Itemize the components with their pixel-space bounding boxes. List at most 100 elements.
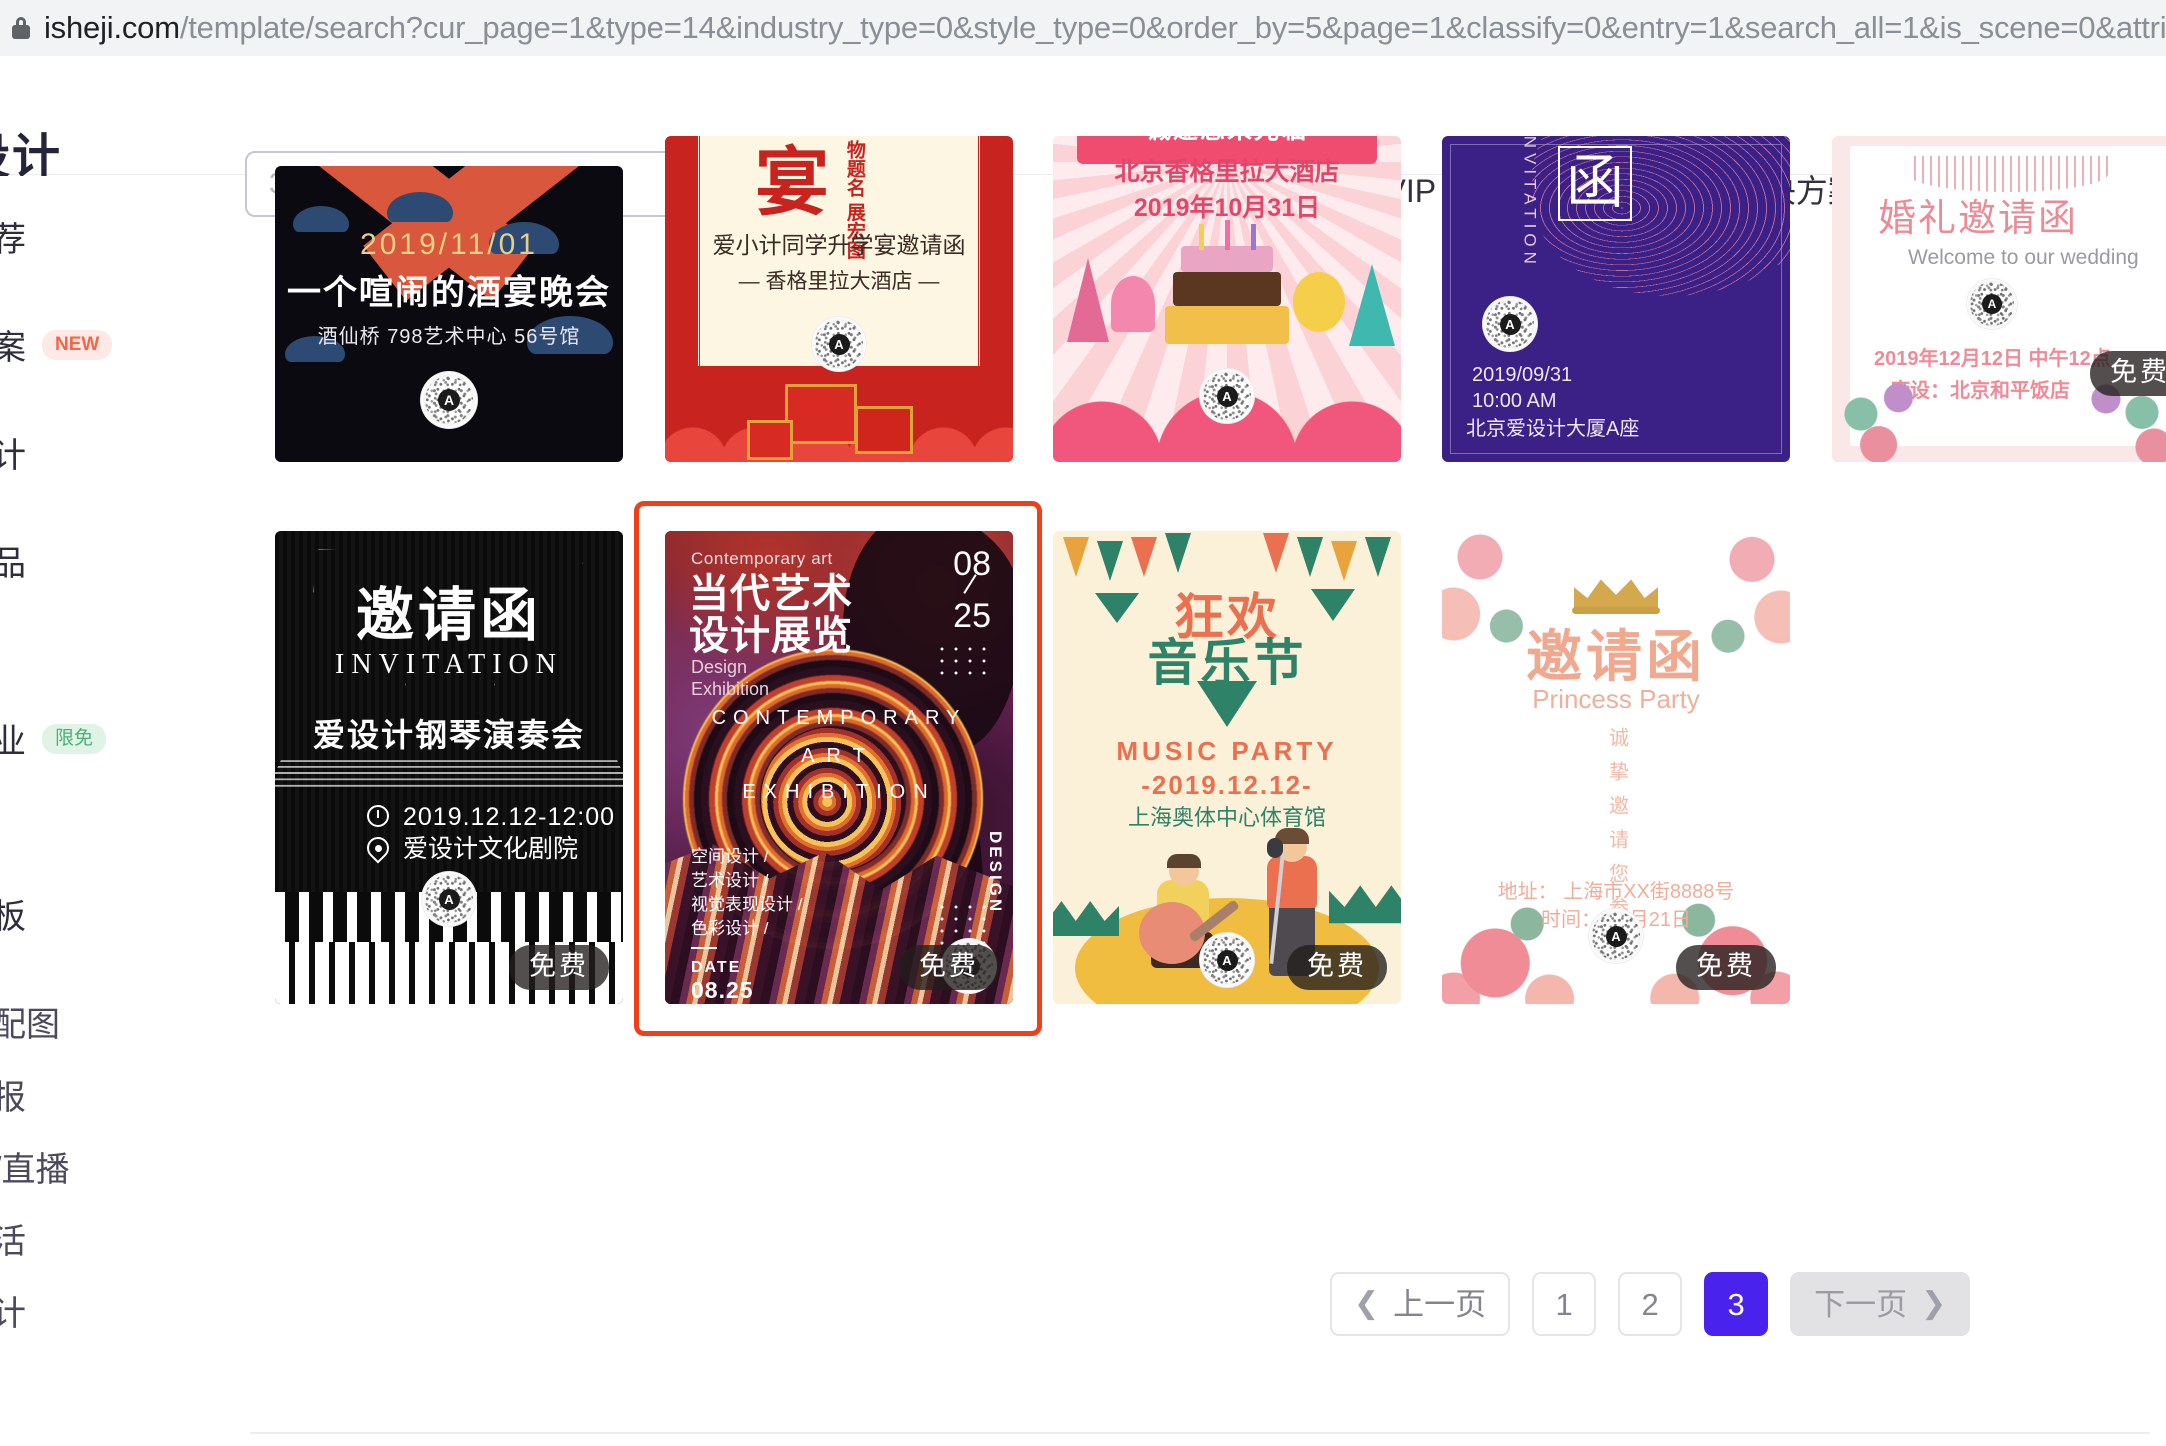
pagination-page-2[interactable]: 2	[1618, 1272, 1683, 1336]
card-artwork: 宴 物题名 展宏图 爱小计同学升学宴邀请函 — 香格里拉大酒店 — A	[665, 136, 1013, 462]
card-day-num: 25	[953, 597, 991, 635]
template-card-wedding-invitation[interactable]: 婚礼邀请函 Welcome to our wedding A 2019年12月1…	[1832, 136, 2166, 462]
watermark-seal: A	[421, 871, 477, 927]
pagination-prev-label: 上一页	[1393, 1286, 1487, 1322]
pagination-page-3[interactable]: 3	[1704, 1272, 1769, 1336]
card-tag-2: 视觉表现设计 /	[691, 895, 803, 914]
watermark-seal: A	[811, 316, 867, 372]
card-title: 邀请函	[355, 583, 543, 648]
card-eyebrow: Contemporary art	[691, 549, 833, 568]
card-headline: 爱设计钢琴演奏会	[312, 717, 586, 753]
seal-glyph: A	[828, 333, 850, 355]
card-date: 2019年12月12日 中午12点	[1874, 348, 2111, 370]
card-artwork: 诚邀您来光临 北京香格里拉大酒店 2019年10月31日 A	[1053, 136, 1401, 462]
card-venue: 爱设计文化剧院	[403, 835, 579, 863]
template-card-contemporary-art[interactable]: Contemporary art 当代艺术 设计展览 Design Exhibi…	[665, 531, 1013, 1004]
card-big-en-line2: ART	[801, 745, 877, 767]
seal-glyph: A	[1499, 313, 1521, 335]
card-artwork: 邀请函 INVITATION 爱设计钢琴演奏会 2019.12.12-12:00…	[275, 531, 623, 1004]
card-venue: 酒仙桥 798艺术中心 56号馆	[317, 326, 581, 348]
card-title: 爱小计同学升学宴邀请函	[712, 232, 966, 258]
pagination-next-label: 下一页	[1814, 1286, 1908, 1322]
template-card-graduation-banquet[interactable]: 宴 物题名 展宏图 爱小计同学升学宴邀请函 — 香格里拉大酒店 — A	[665, 136, 1013, 462]
card-title-line2: 音乐节	[1147, 635, 1307, 691]
pagination-prev-button[interactable]: ❮ 上一页	[1330, 1272, 1511, 1336]
card-big-char: 函	[1558, 146, 1633, 221]
browser-url-bar[interactable]: isheji.com/template/search?cur_page=1&ty…	[0, 0, 2166, 56]
card-venue: 北京香格里拉大酒店	[1114, 158, 1340, 186]
card-venue: 上海奥体中心体育馆	[1127, 805, 1327, 830]
card-subtitle: Princess Party	[1532, 684, 1700, 714]
card-date: 2019/09/31	[1472, 364, 1573, 386]
pagination-next-button[interactable]: 下一页 ❯	[1790, 1272, 1971, 1336]
template-card-halloween-banquet[interactable]: 2019/11/01 一个喧闹的酒宴晚会 酒仙桥 798艺术中心 56号馆 A	[275, 166, 623, 462]
template-card-piano-invitation[interactable]: 邀请函 INVITATION 爱设计钢琴演奏会 2019.12.12-12:00…	[275, 531, 623, 1004]
card-big-char: 宴	[755, 141, 829, 224]
url-text[interactable]: isheji.com/template/search?cur_page=1&ty…	[44, 10, 2166, 46]
free-badge: 免费	[899, 945, 999, 990]
pagination: ❮ 上一页 1 2 3 下一页 ❯	[1330, 1272, 1971, 1336]
chevron-left-icon: ❮	[1354, 1287, 1380, 1320]
card-tag-3: 色彩设计 /	[691, 919, 769, 938]
card-tag-1: 艺术设计 /	[691, 871, 769, 890]
card-date: 2019年10月31日	[1133, 194, 1321, 222]
seal-glyph: A	[1605, 925, 1627, 947]
card-subtitle: INVITATION	[335, 649, 563, 680]
watermark-seal: A	[1966, 278, 2018, 330]
free-badge: 免费	[1287, 945, 1387, 990]
seal-glyph: A	[1982, 294, 2002, 314]
card-title-line1: 当代艺术	[689, 572, 853, 616]
sidebar-item-label: 设计	[0, 1295, 26, 1333]
card-time: 2019.12.12-12:00	[403, 803, 616, 831]
card-address: 地址： 上海市XX街8888号	[1497, 881, 1735, 903]
free-badge: 免费	[1676, 945, 1776, 990]
card-artwork: Contemporary art 当代艺术 设计展览 Design Exhibi…	[665, 531, 1013, 1004]
url-path: /template/search?cur_page=1&type=14&indu…	[179, 10, 2166, 45]
card-artwork: 狂欢 音乐节 MUSIC PARTY -2019.12.12- 上海奥体中心体育…	[1053, 531, 1401, 1004]
card-sub-en-line2: Exhibition	[691, 679, 770, 699]
card-title: 一个喧闹的酒宴晚会	[287, 274, 611, 312]
card-big-en-line3: EXHIBITION	[742, 781, 936, 803]
template-card-birthday-party[interactable]: 诚邀您来光临 北京香格里拉大酒店 2019年10月31日 A	[1053, 136, 1401, 462]
lock-icon	[10, 15, 32, 41]
card-title: 婚礼邀请函	[1878, 198, 2079, 240]
footer-divider	[250, 1432, 2150, 1434]
card-date: -2019.12.12-	[1141, 770, 1313, 800]
card-subtitle: MUSIC PARTY	[1116, 736, 1338, 766]
card-vertical-en: INVITATION	[1520, 136, 1540, 269]
card-ribbon: 诚邀您来光临	[1146, 136, 1308, 145]
template-gallery: 2019/11/01 一个喧闹的酒宴晚会 酒仙桥 798艺术中心 56号馆 A …	[0, 136, 2166, 1276]
card-sub-en-line1: Design	[691, 657, 748, 677]
card-venue: 北京爱设计大厦A座	[1466, 418, 1640, 440]
card-big-en-line1: CONTEMPORARY	[711, 707, 967, 729]
template-card-music-festival[interactable]: 狂欢 音乐节 MUSIC PARTY -2019.12.12- 上海奥体中心体育…	[1053, 531, 1401, 1004]
card-artwork: 2019/11/01 一个喧闹的酒宴晚会 酒仙桥 798艺术中心 56号馆 A	[275, 166, 623, 462]
site-logo[interactable]: 设计	[0, 134, 62, 182]
free-badge: 免费	[2090, 351, 2166, 396]
template-card-princess-party[interactable]: 邀请函 Princess Party 诚挚邀请您参加 地址： 上海市XX街888…	[1442, 531, 1790, 1004]
sidebar-item-design-2[interactable]: 设计	[0, 1286, 26, 1335]
card-title-line2: 设计展览	[689, 614, 853, 658]
seal-glyph: A	[1216, 949, 1238, 971]
card-title: 邀请函	[1526, 625, 1706, 688]
watermark-seal: A	[1588, 908, 1644, 964]
card-artwork: 函 INVITATION A 2019/09/31 10:00 AM 北京爱设计…	[1442, 136, 1790, 462]
card-artwork: 婚礼邀请函 Welcome to our wedding A 2019年12月1…	[1832, 136, 2166, 462]
card-time: 10:00 AM	[1472, 390, 1557, 412]
chevron-right-icon: ❯	[1921, 1287, 1947, 1320]
card-date: 2019/11/01	[360, 228, 538, 261]
card-date-value: 08.25	[691, 977, 754, 1003]
watermark-seal: A	[1199, 932, 1255, 988]
watermark-seal: A	[420, 371, 478, 429]
card-venue: — 香格里拉大酒店 —	[738, 270, 940, 293]
card-address-label: ADRESS	[691, 1003, 766, 1004]
url-domain: isheji.com	[44, 10, 180, 45]
free-badge: 免费	[509, 945, 609, 990]
card-tag-0: 空间设计 /	[691, 847, 769, 866]
template-card-purple-invitation[interactable]: 函 INVITATION A 2019/09/31 10:00 AM 北京爱设计…	[1442, 136, 1790, 462]
watermark-seal: A	[1199, 368, 1255, 424]
seal-glyph: A	[438, 389, 460, 411]
seal-glyph: A	[438, 888, 460, 910]
card-subtitle: Welcome to our wedding	[1908, 246, 2139, 269]
pagination-page-1[interactable]: 1	[1532, 1272, 1597, 1336]
